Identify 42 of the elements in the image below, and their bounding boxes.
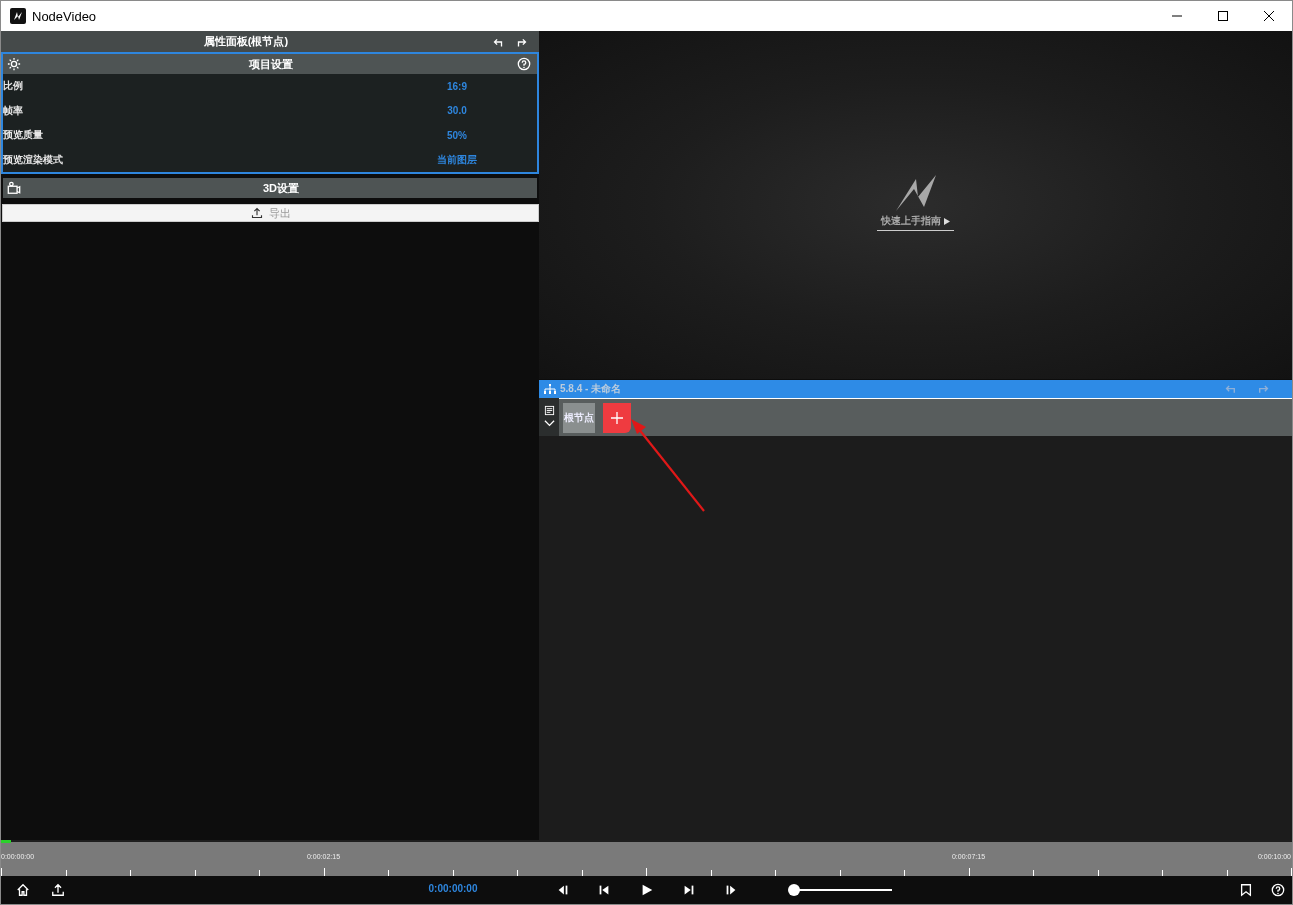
help-icon[interactable]	[517, 57, 531, 71]
setting-value[interactable]: 50%	[407, 129, 507, 141]
export-button[interactable]: 导出	[2, 204, 539, 222]
setting-value[interactable]: 16:9	[407, 80, 507, 92]
add-node-button[interactable]	[603, 402, 631, 433]
home-icon[interactable]	[16, 883, 30, 897]
skip-back-icon[interactable]	[597, 883, 611, 897]
setting-label: 帧率	[3, 103, 24, 118]
chevron-down-icon[interactable]	[543, 418, 555, 429]
skip-forward-icon[interactable]	[682, 883, 696, 897]
node-editor-title: 5.8.4 - 未命名	[560, 381, 623, 396]
panel-title: 属性面板(根节点)	[202, 34, 290, 49]
next-frame-icon[interactable]	[724, 883, 738, 897]
node-tile[interactable]: 根节点	[563, 402, 595, 433]
section-header[interactable]: 项目设置	[3, 54, 537, 74]
window-title: NodeVideo	[32, 8, 98, 24]
plus-icon	[611, 411, 623, 424]
setting-label: 预览渲染模式	[3, 152, 64, 167]
upload-icon	[250, 207, 263, 219]
camera-icon	[7, 181, 21, 195]
upload-icon[interactable]	[51, 883, 65, 897]
guide-link[interactable]: 快速上手指南	[877, 211, 954, 231]
playhead-marker[interactable]	[1, 840, 11, 843]
zoom-slider[interactable]	[788, 883, 892, 897]
setting-value[interactable]: 当前图层	[407, 152, 507, 167]
play-icon	[944, 217, 950, 225]
slider-thumb[interactable]	[788, 884, 800, 896]
document-icon[interactable]	[543, 405, 555, 416]
bookmark-icon[interactable]	[1239, 883, 1253, 897]
section-title: 项目设置	[248, 56, 294, 72]
setting-value[interactable]: 30.0	[407, 105, 507, 117]
help-icon[interactable]	[1271, 883, 1285, 897]
hierarchy-icon	[544, 383, 556, 394]
setting-label: 比例	[3, 79, 24, 94]
setting-label: 预览质量	[3, 128, 44, 143]
previous-frame-icon[interactable]	[556, 883, 570, 897]
timecode: 0:00:00:00	[427, 883, 479, 894]
gear-icon	[7, 57, 21, 71]
play-icon[interactable]	[640, 883, 654, 897]
section-title: 3D设置	[261, 180, 301, 196]
app-logo-icon	[10, 8, 26, 24]
section-header[interactable]: 3D设置	[3, 178, 537, 198]
